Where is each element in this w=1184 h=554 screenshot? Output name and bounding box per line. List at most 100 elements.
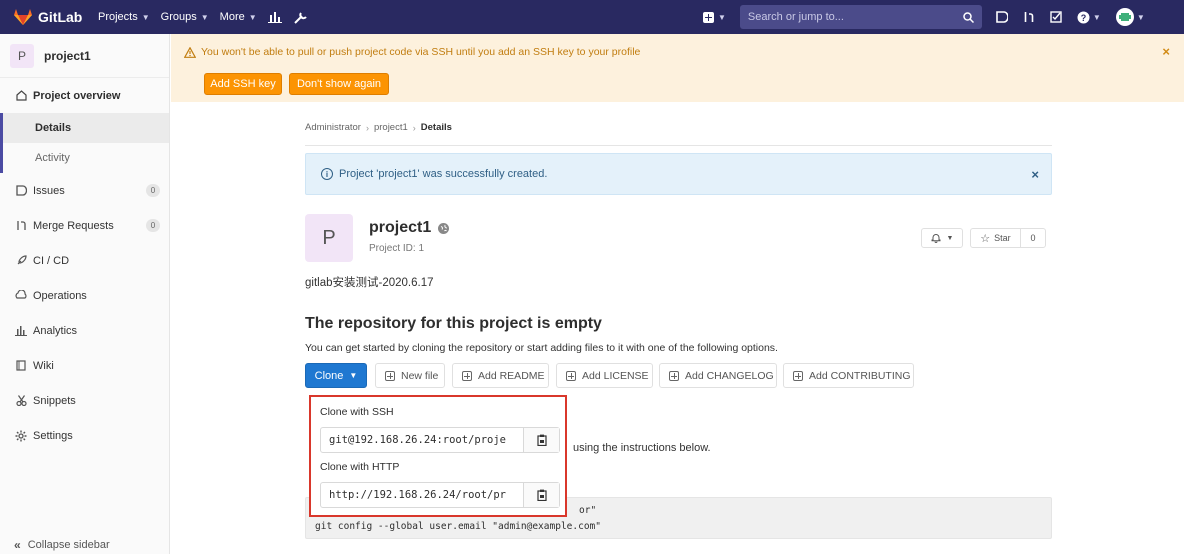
sidebar-item-label: Analytics — [33, 324, 78, 337]
sidebar-project-link[interactable]: P project1 — [0, 34, 169, 78]
sidebar-item-label: Activity — [35, 152, 70, 164]
clone-http-url[interactable]: http://192.168.26.24/root/pr — [321, 483, 523, 507]
project-sidebar: P project1 Project overview Details Acti… — [0, 34, 170, 554]
user-avatar-menu[interactable]: ▼ — [1115, 8, 1145, 26]
add-readme-button[interactable]: Add README — [452, 363, 549, 388]
collapse-sidebar-button[interactable]: « Collapse sidebar — [14, 538, 110, 552]
gitlab-logo-link[interactable]: GitLab — [14, 9, 98, 25]
breadcrumb: Administrator › project1 › Details — [305, 122, 452, 133]
add-ssh-key-button[interactable]: Add SSH key — [204, 73, 282, 95]
empty-repo-heading: The repository for this project is empty — [305, 315, 602, 332]
clone-dropdown-button[interactable]: Clone ▼ — [305, 363, 367, 388]
scissors-icon — [15, 395, 27, 406]
sidebar-item-label: Details — [35, 122, 72, 134]
chevron-down-icon: ▼ — [349, 371, 358, 380]
clone-ssh-url[interactable]: git@192.168.26.24:root/proje — [321, 428, 523, 452]
star-button[interactable]: ☆ Star 0 — [970, 228, 1046, 248]
sidebar-item-issues[interactable]: Issues 0 — [0, 173, 169, 208]
plus-square-icon — [669, 370, 679, 381]
star-label-area[interactable]: ☆ Star — [971, 229, 1021, 247]
book-icon — [15, 360, 27, 371]
analytics-nav-icon[interactable] — [267, 11, 282, 23]
add-license-button[interactable]: Add LICENSE — [556, 363, 653, 388]
merge-request-icon — [15, 220, 27, 231]
sidebar-item-cicd[interactable]: CI / CD — [0, 243, 169, 278]
sidebar-item-label: Issues — [33, 184, 65, 197]
nav-projects-label: Projects — [98, 11, 138, 23]
clone-http-field[interactable]: http://192.168.26.24/root/pr — [320, 482, 560, 508]
add-contributing-button[interactable]: Add CONTRIBUTING — [783, 363, 914, 388]
search-input[interactable]: Search or jump to... — [739, 5, 982, 29]
sidebar-item-operations[interactable]: Operations — [0, 278, 169, 313]
sidebar-item-label: Project overview — [33, 89, 121, 102]
notification-settings-button[interactable]: ▼ — [921, 228, 963, 248]
close-flash-icon[interactable]: × — [1031, 167, 1039, 182]
copy-ssh-url-button[interactable] — [523, 428, 559, 452]
sidebar-item-analytics[interactable]: Analytics — [0, 313, 169, 348]
sidebar-item-label: CI / CD — [33, 254, 70, 267]
chevron-down-icon: ▼ — [200, 12, 209, 22]
merge-requests-nav-icon[interactable] — [1023, 11, 1035, 23]
home-icon — [15, 90, 27, 101]
nav-groups-label: Groups — [160, 11, 197, 23]
add-readme-label: Add README — [478, 369, 545, 382]
todos-nav-icon[interactable] — [1050, 11, 1062, 23]
add-contributing-label: Add CONTRIBUTING — [809, 369, 911, 382]
chevron-down-icon: ▼ — [718, 12, 726, 22]
top-navbar: GitLab Projects ▼ Groups ▼ More ▼ ▼ Search … — [0, 0, 1184, 34]
gitlab-tanuki-icon — [14, 9, 32, 25]
bell-icon — [931, 234, 941, 243]
rocket-icon — [15, 255, 27, 266]
new-file-label: New file — [401, 369, 439, 382]
chevron-right-icon: › — [412, 122, 416, 133]
sidebar-subitem-activity[interactable]: Activity — [0, 143, 169, 173]
svg-text:?: ? — [1081, 13, 1087, 23]
breadcrumb-divider — [305, 145, 1052, 146]
issues-icon — [15, 185, 27, 196]
sidebar-item-wiki[interactable]: Wiki — [0, 348, 169, 383]
double-chevron-left-icon: « — [14, 538, 21, 552]
sidebar-item-merge-requests[interactable]: Merge Requests 0 — [0, 208, 169, 243]
breadcrumb-administrator[interactable]: Administrator — [305, 122, 361, 133]
chart-icon — [15, 325, 27, 336]
flash-text: Project 'project1' was successfully crea… — [339, 168, 548, 180]
nav-groups[interactable]: Groups ▼ — [161, 11, 209, 23]
clipboard-icon — [536, 489, 547, 501]
sidebar-item-label: Merge Requests — [33, 219, 114, 232]
new-dropdown[interactable]: ▼ — [703, 11, 726, 23]
chevron-down-icon: ▼ — [1092, 12, 1101, 22]
plus-square-icon — [566, 370, 576, 381]
nav-projects[interactable]: Projects ▼ — [98, 11, 150, 23]
visibility-globe-icon — [438, 222, 450, 234]
copy-http-url-button[interactable] — [523, 483, 559, 507]
chevron-down-icon: ▼ — [1136, 12, 1145, 22]
dont-show-again-button[interactable]: Don't show again — [289, 73, 389, 95]
breadcrumb-current[interactable]: Details — [421, 122, 452, 133]
project-id: Project ID: 1 — [369, 243, 425, 254]
add-license-label: Add LICENSE — [582, 369, 649, 382]
sidebar-item-label: Operations — [33, 289, 87, 302]
add-changelog-button[interactable]: Add CHANGELOG — [659, 363, 777, 388]
clone-ssh-label: Clone with SSH — [320, 406, 394, 418]
nav-more[interactable]: More ▼ — [220, 11, 257, 23]
star-count[interactable]: 0 — [1021, 233, 1045, 243]
admin-wrench-icon[interactable] — [293, 11, 308, 24]
ssh-warning-banner: You won't be able to pull or push projec… — [171, 34, 1184, 102]
code-line: git config --global user.email "admin@ex… — [315, 521, 601, 532]
merge-requests-count-badge: 0 — [146, 219, 160, 232]
clone-ssh-field[interactable]: git@192.168.26.24:root/proje — [320, 427, 560, 453]
sidebar-item-settings[interactable]: Settings — [0, 418, 169, 453]
project-description: gitlab安装测试-2020.6.17 — [305, 277, 434, 289]
help-icon[interactable]: ? ▼ — [1077, 11, 1101, 24]
sidebar-item-project-overview[interactable]: Project overview — [0, 78, 169, 113]
plus-square-icon — [462, 370, 472, 381]
issues-nav-icon[interactable] — [996, 11, 1008, 23]
sidebar-item-snippets[interactable]: Snippets — [0, 383, 169, 418]
breadcrumb-project[interactable]: project1 — [374, 122, 408, 133]
close-banner-icon[interactable]: × — [1162, 44, 1170, 59]
new-file-button[interactable]: New file — [375, 363, 445, 388]
nav-more-label: More — [219, 11, 245, 23]
clone-dropdown-menu: Clone with SSH git@192.168.26.24:root/pr… — [309, 395, 567, 517]
chevron-down-icon: ▼ — [946, 234, 954, 242]
sidebar-subitem-details[interactable]: Details — [0, 113, 169, 143]
